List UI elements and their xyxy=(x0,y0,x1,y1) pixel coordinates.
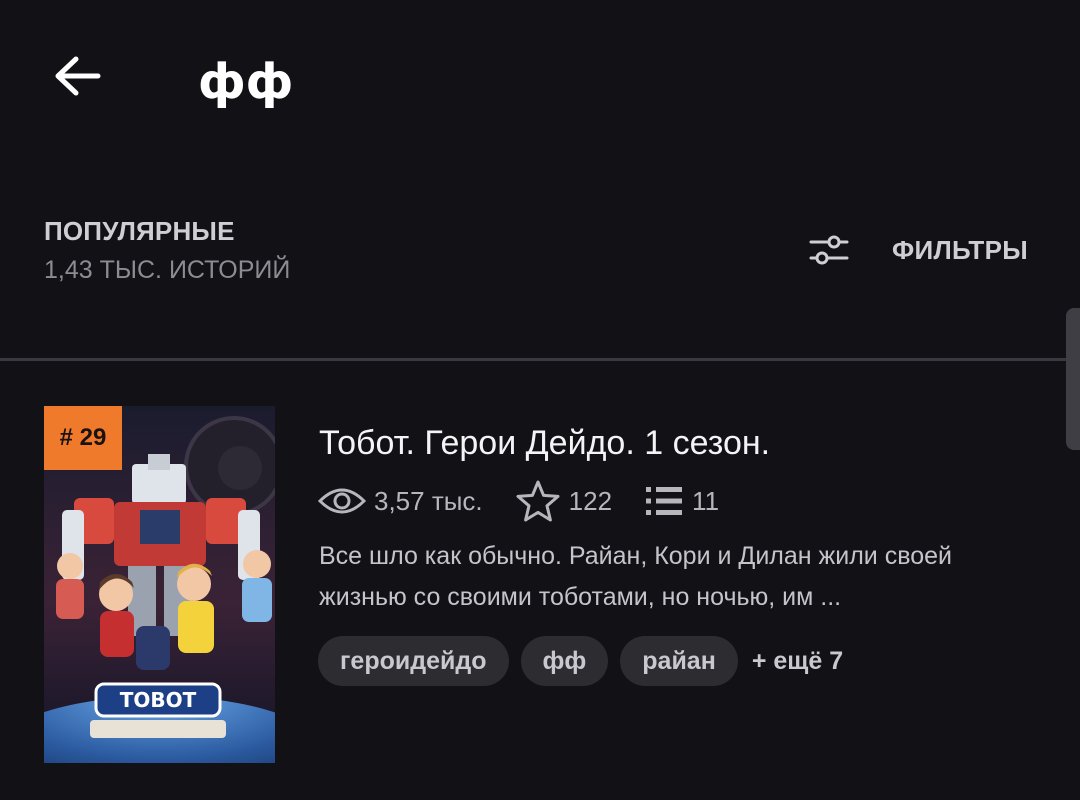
page-title: фф xyxy=(198,54,294,110)
scrollbar-thumb[interactable] xyxy=(1066,308,1080,450)
reads-count: 3,57 тыс. xyxy=(374,485,483,516)
cover-logo-text: TOBOT xyxy=(120,688,197,712)
votes-count: 122 xyxy=(568,485,613,516)
story-card[interactable]: TOBOT # 29 Тобот. Герои Дейдо. 1 сезон. … xyxy=(0,400,1066,770)
tag-chip[interactable]: райан xyxy=(620,636,738,686)
filters-label: ФИЛЬТРЫ xyxy=(892,234,1028,265)
story-cover-image[interactable]: TOBOT # 29 xyxy=(44,406,275,763)
list-icon xyxy=(644,484,684,518)
star-icon xyxy=(515,479,561,523)
tag-chip[interactable]: героидейдо xyxy=(318,636,509,686)
filters-button[interactable]: ФИЛЬТРЫ xyxy=(806,224,1046,276)
back-button[interactable] xyxy=(46,50,108,106)
stories-count: 1,43 ТЫС. ИСТОРИЙ xyxy=(44,256,291,284)
arrow-left-icon xyxy=(52,55,102,102)
sort-label[interactable]: ПОПУЛЯРНЫЕ xyxy=(44,216,235,247)
reads-stat: 3,57 тыс. xyxy=(318,485,483,517)
rank-badge: # 29 xyxy=(44,406,122,470)
tag-chip[interactable]: фф xyxy=(520,636,609,686)
story-description: Все шло как обычно. Райан, Кори и Дилан … xyxy=(319,542,952,611)
story-title[interactable]: Тобот. Герои Дейдо. 1 сезон. xyxy=(319,424,770,463)
votes-stat: 122 xyxy=(515,479,612,523)
sliders-icon xyxy=(806,230,852,270)
parts-stat: 11 xyxy=(644,484,719,518)
more-tags-link[interactable]: + ещё 7 xyxy=(752,647,843,676)
story-stats: 3,57 тыс. 122 11 xyxy=(318,480,751,522)
app-screen: фф ПОПУЛЯРНЫЕ 1,43 ТЫС. ИСТОРИЙ ФИЛЬТРЫ xyxy=(0,0,1080,800)
tag-list: героидейдо фф райан + ещё 7 xyxy=(318,636,843,686)
eye-icon xyxy=(318,485,366,517)
section-divider xyxy=(0,358,1080,361)
parts-count: 11 xyxy=(692,485,720,516)
